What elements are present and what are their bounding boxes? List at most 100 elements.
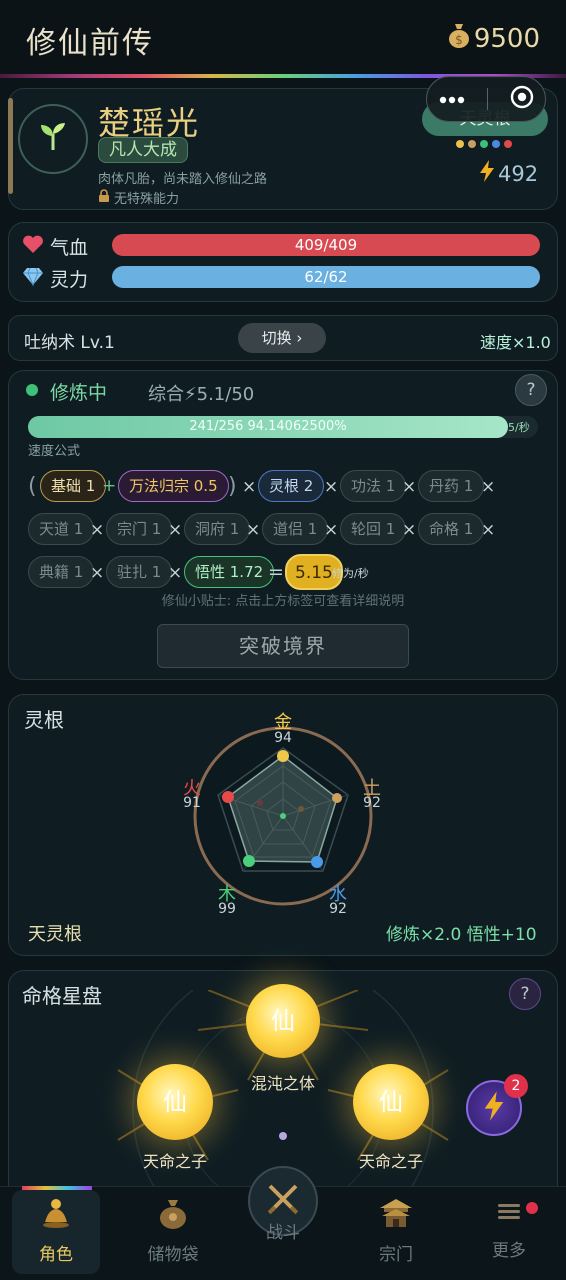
cultivation-total: 综合⚡5.1/50 bbox=[148, 384, 255, 405]
nav-item-battle[interactable]: 战斗 bbox=[238, 1212, 328, 1243]
cultivation-tip: 修仙小贴士: 点击上方标签可查看详细说明 bbox=[161, 594, 405, 609]
nav-active-indicator bbox=[22, 1186, 92, 1190]
chip-daolv[interactable]: 道侣 1 bbox=[262, 513, 329, 545]
diamond-icon bbox=[22, 266, 44, 291]
op-equals: = bbox=[268, 561, 284, 583]
root-dot bbox=[504, 140, 512, 148]
chip-zhuzha[interactable]: 驻扎 1 bbox=[106, 556, 173, 588]
op-times-12: × bbox=[168, 563, 183, 583]
speed-formula-label: 速度公式 bbox=[28, 444, 81, 459]
realm-badge: 凡人大成 bbox=[98, 137, 188, 163]
capsule-divider bbox=[487, 88, 489, 110]
root-dot bbox=[480, 140, 488, 148]
close-target-icon[interactable] bbox=[509, 84, 535, 114]
fate-right-orb[interactable]: 仙 bbox=[353, 1064, 429, 1140]
power-number: 492 bbox=[498, 161, 539, 186]
breakthrough-button[interactable]: 突破境界 bbox=[157, 624, 409, 668]
op-times-9: × bbox=[402, 520, 417, 540]
root-dot bbox=[468, 140, 476, 148]
heart-icon bbox=[22, 234, 44, 259]
root-dot bbox=[492, 140, 500, 148]
chip-gongfa[interactable]: 功法 1 bbox=[340, 470, 407, 502]
mp-bar: 62/62 bbox=[112, 266, 540, 288]
character-description: 肉体凡胎，尚未踏入修仙之路 bbox=[98, 172, 268, 187]
cultivation-progress-text: 241/256 94.14062500% bbox=[189, 419, 347, 434]
lightning-icon bbox=[482, 1091, 506, 1125]
notification-badge: 2 bbox=[504, 1074, 528, 1098]
root-dot bbox=[456, 140, 464, 148]
ability-text: 无特殊能力 bbox=[114, 192, 180, 207]
mp-value: 62/62 bbox=[304, 268, 348, 286]
spirit-root-type: 天灵根 bbox=[28, 924, 82, 945]
chip-wanfa[interactable]: 万法归宗 0.5 bbox=[118, 470, 229, 502]
chip-tiandao[interactable]: 天道 1 bbox=[28, 513, 95, 545]
spirit-root-title: 灵根 bbox=[24, 708, 64, 732]
op-times-6: × bbox=[168, 520, 183, 540]
fate-center-orb[interactable]: 仙 bbox=[246, 984, 320, 1058]
mp-label: 灵力 bbox=[22, 265, 88, 292]
chip-dianji[interactable]: 典籍 1 bbox=[28, 556, 95, 588]
lightning-icon bbox=[478, 160, 496, 187]
money-bag-icon: $ bbox=[448, 22, 470, 55]
star-disk-title: 命格星盘 bbox=[22, 984, 102, 1008]
element-wood-value: 99 bbox=[218, 901, 236, 917]
element-water-value: 92 bbox=[329, 901, 347, 917]
bag-icon bbox=[156, 1200, 190, 1234]
chip-danyao[interactable]: 丹药 1 bbox=[418, 470, 485, 502]
fate-center-name: 混沌之体 bbox=[250, 1074, 315, 1093]
nav-label-storage: 储物袋 bbox=[147, 1245, 199, 1265]
temple-icon bbox=[378, 1199, 414, 1234]
nav-item-character[interactable]: 角色 bbox=[11, 1196, 101, 1265]
more-notification-dot bbox=[526, 1202, 538, 1214]
more-dots-icon[interactable] bbox=[437, 90, 467, 109]
result-unit: 修为/秒 bbox=[332, 567, 369, 580]
lock-icon bbox=[98, 189, 110, 206]
hp-label: 气血 bbox=[22, 233, 88, 260]
cultivation-help-button[interactable]: ? bbox=[515, 374, 547, 406]
op-times-4: × bbox=[481, 477, 496, 497]
chip-mingge[interactable]: 命格 1 bbox=[418, 513, 485, 545]
mp-label-text: 灵力 bbox=[50, 269, 89, 291]
op-times-1: × bbox=[242, 477, 257, 497]
cultivation-status: 修炼中 bbox=[50, 382, 108, 404]
spirit-root-bonus: 修炼×2.0 悟性+10 bbox=[386, 925, 537, 945]
switch-technique-button[interactable]: 切换 › bbox=[238, 323, 326, 353]
chip-zongmen[interactable]: 宗门 1 bbox=[106, 513, 173, 545]
op-times-10: × bbox=[481, 520, 496, 540]
svg-text:$: $ bbox=[455, 33, 463, 47]
power-value: 492 bbox=[478, 160, 538, 187]
chip-dongfu[interactable]: 洞府 1 bbox=[184, 513, 251, 545]
avatar[interactable] bbox=[18, 104, 88, 174]
character-ability: 无特殊能力 bbox=[98, 188, 179, 207]
technique-speed: 速度×1.0 bbox=[480, 333, 551, 352]
chip-lunhui[interactable]: 轮回 1 bbox=[340, 513, 407, 545]
technique-name: 吐纳术 Lv.1 bbox=[24, 333, 115, 353]
fate-left-orb[interactable]: 仙 bbox=[137, 1064, 213, 1140]
miniprogram-capsule[interactable] bbox=[426, 76, 546, 122]
chip-root[interactable]: 灵根 2 bbox=[258, 470, 325, 502]
op-times-5: × bbox=[90, 520, 105, 540]
chip-base[interactable]: 基础 1 bbox=[40, 470, 107, 502]
nav-item-sect[interactable]: 宗门 bbox=[351, 1196, 441, 1265]
menu-icon bbox=[494, 1204, 524, 1230]
hp-label-text: 气血 bbox=[50, 237, 89, 259]
element-earth-value: 92 bbox=[363, 795, 381, 811]
nav-label-character: 角色 bbox=[39, 1245, 73, 1265]
chip-wuxing[interactable]: 悟性 1.72 bbox=[184, 556, 275, 588]
star-disk-help-button[interactable]: ? bbox=[509, 978, 541, 1010]
sprout-icon bbox=[36, 120, 70, 158]
nav-item-more[interactable]: 更多 bbox=[464, 1196, 554, 1261]
coin-amount: 9500 bbox=[473, 23, 540, 54]
element-fire-value: 91 bbox=[183, 795, 201, 811]
app-title: 修仙前传 bbox=[26, 26, 154, 61]
status-dot bbox=[26, 384, 38, 396]
nav-item-storage[interactable]: 储物袋 bbox=[128, 1196, 218, 1265]
element-metal-value: 94 bbox=[274, 730, 292, 746]
paren-open: ( bbox=[28, 474, 37, 499]
nav-label-sect: 宗门 bbox=[379, 1245, 413, 1265]
op-times-2: × bbox=[324, 477, 339, 497]
paren-close: ) bbox=[228, 474, 237, 499]
hp-value: 409/409 bbox=[294, 236, 358, 254]
cultivation-rate-small: 5/秒 bbox=[508, 421, 530, 434]
fate-left-name: 天命之子 bbox=[142, 1152, 207, 1171]
